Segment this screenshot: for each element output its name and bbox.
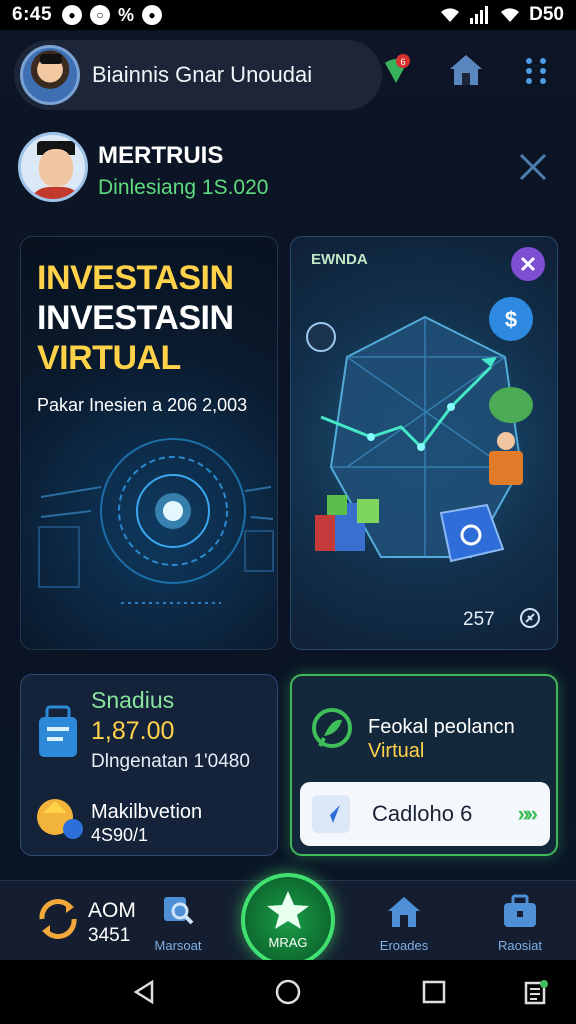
promo-action-button[interactable]: Cadloho 6 »» — [300, 782, 550, 846]
radar-illustration — [38, 438, 274, 604]
card-close-button[interactable] — [511, 247, 545, 281]
coin-stack-icon — [37, 799, 83, 839]
nav-label: Raosiat — [497, 938, 543, 953]
user-subtitle: Dinlesiang 1S.020 — [98, 176, 269, 199]
send-icon — [312, 795, 350, 833]
user-avatar[interactable] — [18, 132, 88, 202]
virtual-globe-card[interactable]: $ EWNDA 257 — [290, 236, 558, 650]
double-chevron-icon: »» — [517, 801, 539, 826]
nav-label: Eroades — [379, 938, 429, 953]
wifi-icon — [441, 8, 460, 22]
battery-level: D50 — [529, 4, 564, 25]
star-icon — [267, 891, 309, 929]
signal-icon — [470, 6, 489, 24]
balance-card[interactable]: Snadius 1,87.00 Dlngenatan 1'0480 Makilb… — [20, 674, 278, 856]
nav-item-main[interactable]: MRAG — [241, 873, 335, 967]
home-icon[interactable] — [446, 50, 486, 90]
promo-title: Feokal peolancn — [368, 716, 515, 738]
home-circle-icon[interactable] — [274, 978, 302, 1006]
nav-label: Marsoat — [154, 938, 202, 953]
hero-title-line1: INVESTASIN — [37, 259, 234, 297]
chat-leaf-icon — [312, 708, 352, 748]
compass-icon[interactable] — [519, 607, 541, 629]
card-count: 257 — [463, 609, 495, 630]
briefcase-icon — [504, 894, 536, 927]
profile-header[interactable]: Biainnis Gnar Unoudai — [14, 40, 382, 110]
header-actions: 6 — [376, 50, 556, 90]
hero-subtitle: Pakar Inesien a 206 2,003 — [37, 395, 248, 415]
wifi-icon — [501, 8, 520, 22]
promo-card[interactable]: Feokal peolancn Virtual Cadloho 6 »» — [290, 674, 558, 856]
svg-text:$: $ — [505, 307, 517, 332]
status-right: D50 — [439, 4, 564, 26]
status-time: 6:45 — [12, 4, 53, 25]
wallet-icon — [39, 705, 77, 757]
nav-item-search[interactable]: Marsoat — [138, 893, 218, 953]
balance-value: 1,87.00 — [91, 717, 175, 745]
status-indicators: ● ○ % ● — [62, 4, 163, 26]
nav-label: MRAG — [268, 935, 308, 950]
grid-menu-icon[interactable] — [516, 50, 556, 90]
notification-dot-icon: ● — [62, 4, 83, 25]
stat-item-label: Makilbvetion — [91, 801, 203, 823]
promo-button-label: Cadloho 6 — [372, 801, 473, 826]
screen: 6:45 ● ○ % ● D50 Biainnis Gnar Unoudai 6 — [0, 0, 576, 1024]
app-title: Biainnis Gnar Unoudai — [92, 62, 313, 87]
hero-title-line3: VIRTUAL — [37, 339, 181, 377]
balance-title: Snadius — [91, 687, 175, 713]
recents-icon[interactable] — [420, 978, 448, 1006]
balance-subtitle: Dlngenatan 1'0480 — [91, 751, 250, 772]
refresh-icon[interactable] — [34, 895, 82, 943]
hero-title-line2: INVESTASIN — [37, 299, 234, 337]
user-row: MERTRUIS Dinlesiang 1S.020 — [18, 132, 558, 212]
back-icon[interactable] — [130, 978, 158, 1006]
nav-item-briefcase[interactable]: Raosiat — [480, 893, 560, 953]
aom-label: AOM — [88, 899, 136, 922]
user-name: MERTRUIS — [98, 142, 224, 169]
notification-badge-icon[interactable]: 6 — [376, 50, 416, 90]
card-tag: EWNDA — [311, 251, 368, 268]
search-icon — [164, 897, 194, 925]
house-icon — [388, 897, 420, 927]
promo-subtitle: Virtual — [368, 740, 425, 762]
close-icon — [520, 256, 536, 272]
bottom-nav: AOM 3451 Marsoat MRAG Eroades Raosiat — [0, 873, 576, 967]
globe-illustration: $ — [306, 297, 533, 563]
notes-icon[interactable] — [522, 978, 550, 1006]
close-icon[interactable] — [516, 150, 550, 184]
notification-dot-icon: ● — [142, 4, 163, 25]
stat-item-value: 4S90/1 — [91, 825, 149, 845]
investment-hero-card[interactable]: INVESTASIN INVESTASIN VIRTUAL Pakar Ines… — [20, 236, 278, 650]
system-nav-bar — [0, 960, 576, 1024]
svg-text:6: 6 — [400, 57, 405, 67]
notification-dot-icon: ○ — [90, 4, 111, 25]
avatar[interactable] — [20, 45, 80, 105]
percent-icon: % — [118, 4, 135, 25]
status-bar: 6:45 ● ○ % ● D50 — [0, 0, 576, 30]
nav-item-home[interactable]: Eroades — [364, 893, 444, 953]
aom-value: 3451 — [88, 925, 131, 946]
